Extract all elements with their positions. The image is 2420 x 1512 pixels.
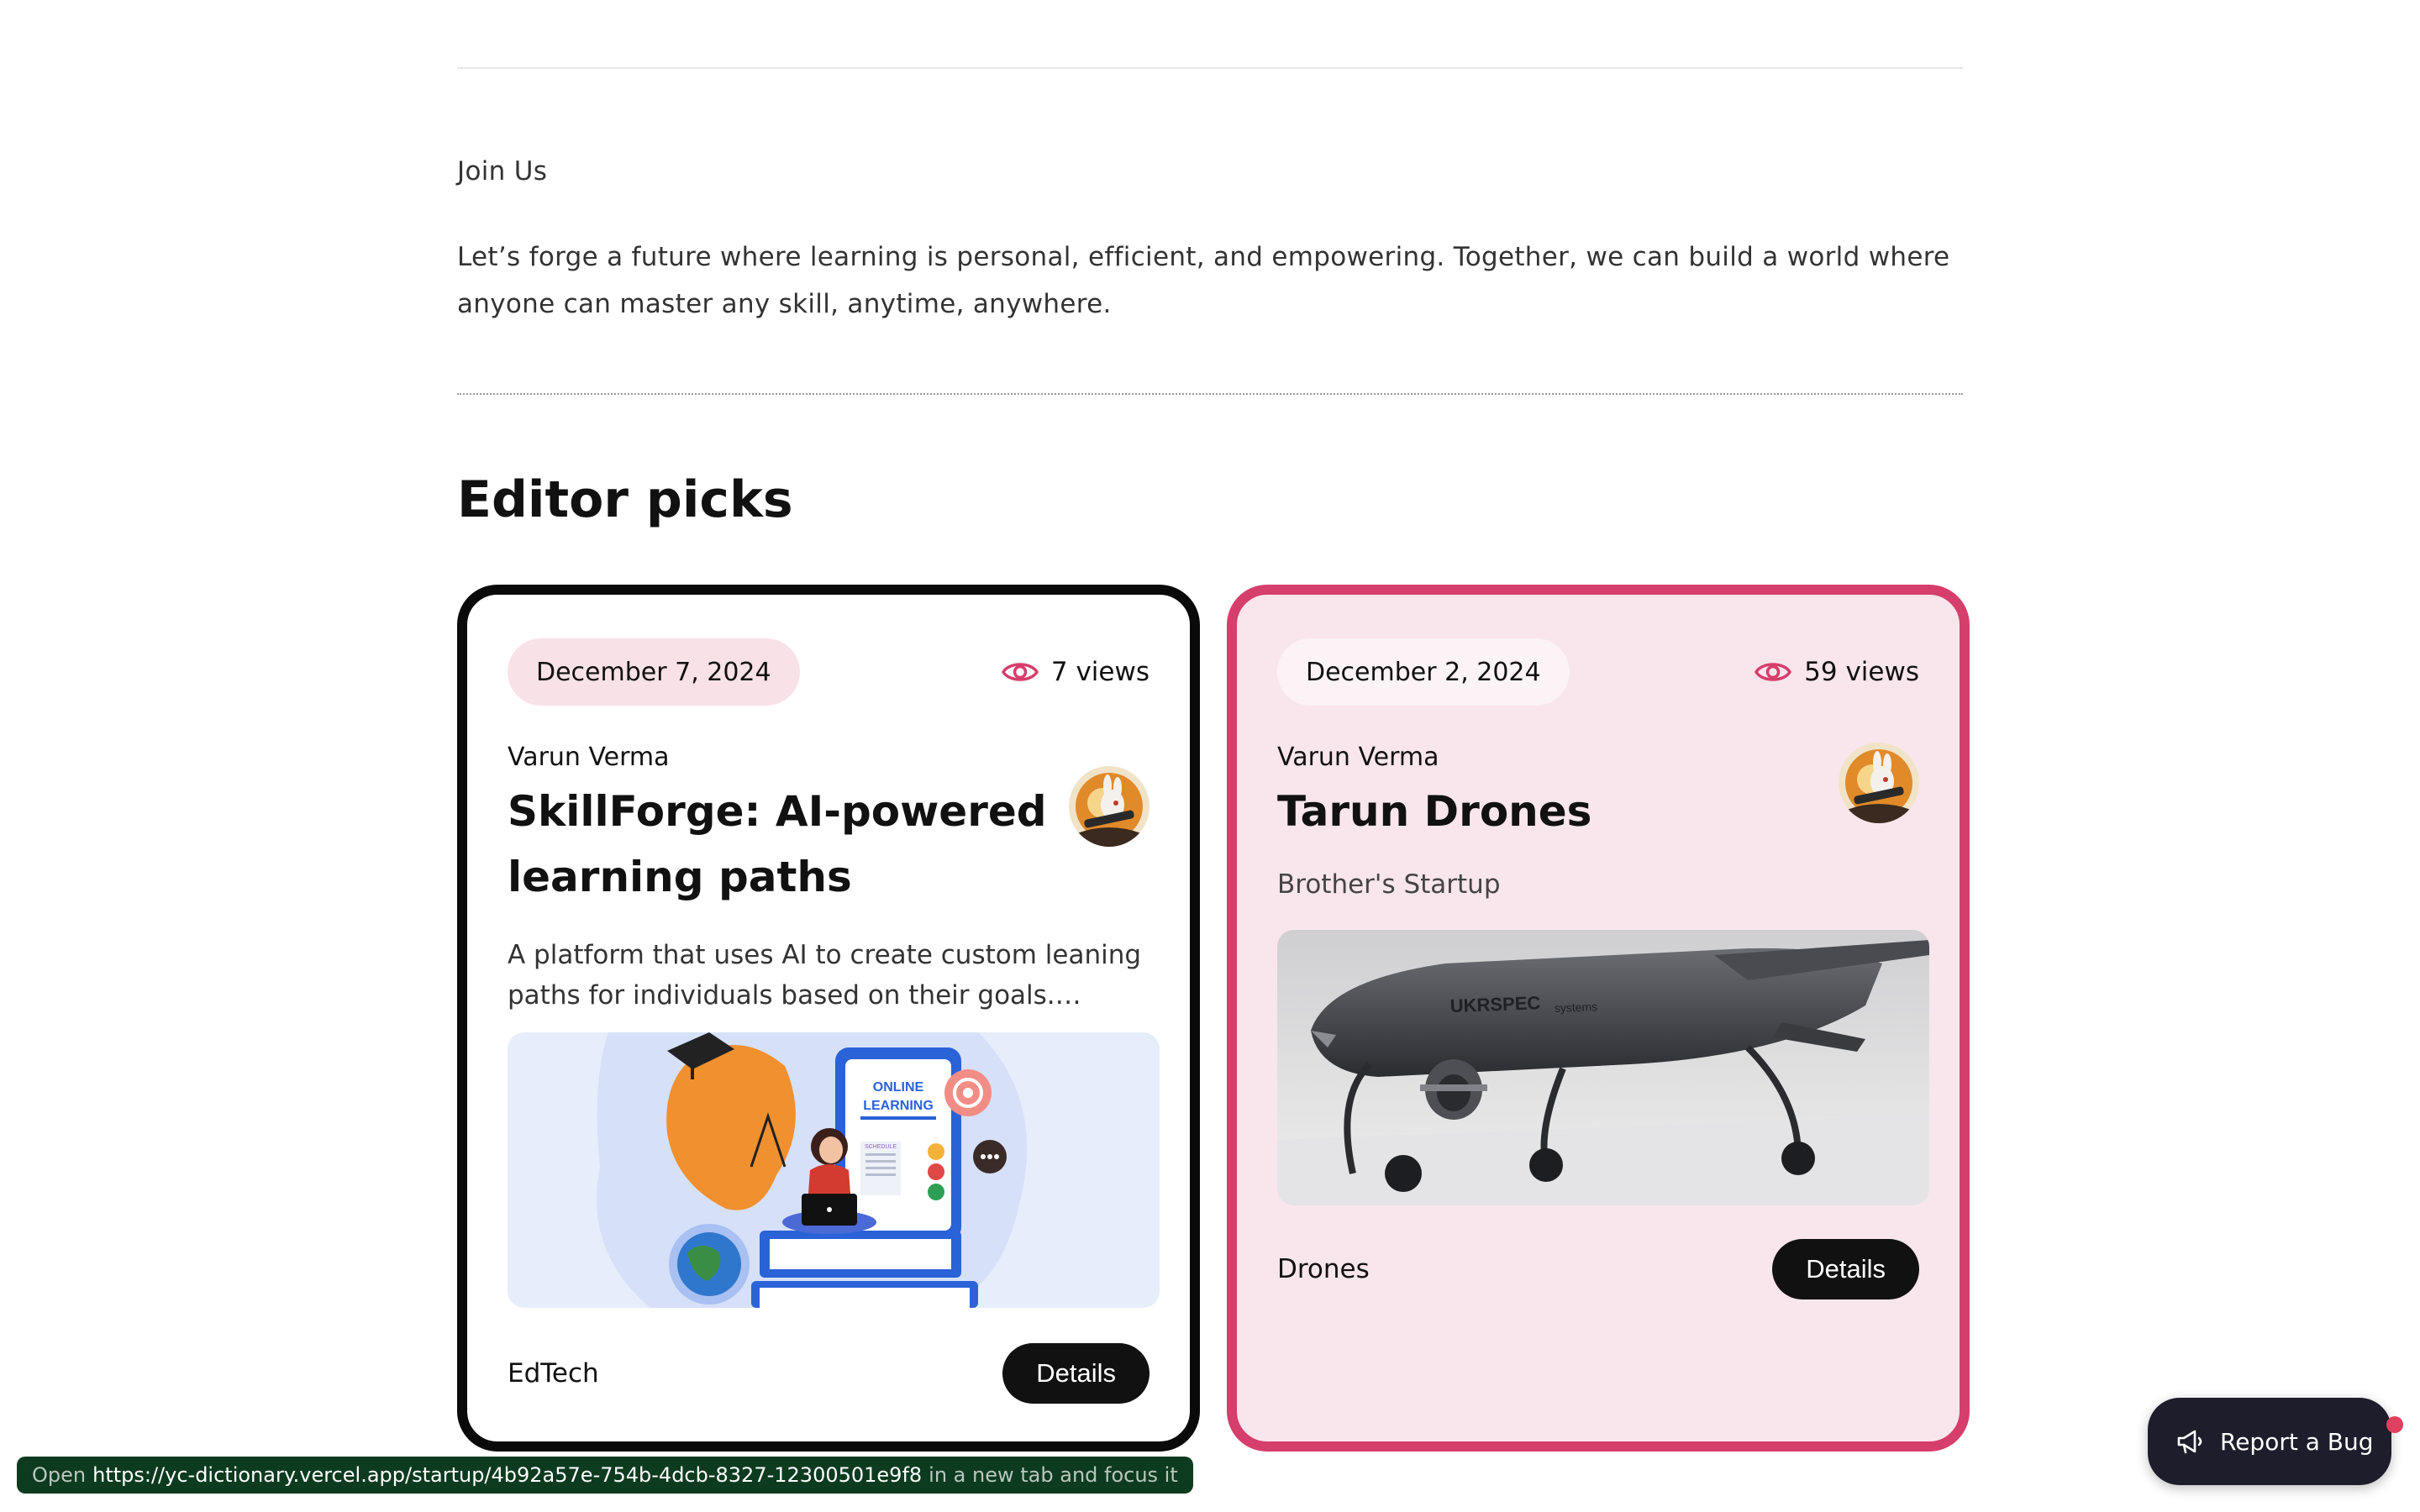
- drone-brand-label: UKRSPEC: [1449, 992, 1540, 1016]
- card-title[interactable]: Tarun Drones: [1277, 779, 1839, 844]
- card-image-drone: UKRSPEC systems: [1277, 930, 1929, 1205]
- card-footer: EdTech Details: [508, 1343, 1150, 1404]
- dotted-divider: [457, 393, 1963, 395]
- author-name[interactable]: Varun Verma: [508, 743, 1069, 772]
- avatar-image: [1069, 766, 1150, 847]
- card-image-online-learning: ONLINE LEARNING SCHEDULE: [508, 1032, 1160, 1308]
- avatar-image: [1839, 743, 1919, 823]
- report-bug-label: Report a Bug: [2220, 1427, 2374, 1456]
- card-header: December 7, 2024 7 views: [508, 638, 1150, 706]
- details-button[interactable]: Details: [1002, 1343, 1150, 1404]
- views-count: 7 views: [1001, 657, 1150, 687]
- status-suffix: in a new tab and focus it: [929, 1463, 1178, 1487]
- drone-brand-sublabel: systems: [1555, 1000, 1598, 1015]
- author-row: Varun Verma Tarun Drones: [1277, 743, 1919, 844]
- learning-label: LEARNING: [863, 1099, 934, 1113]
- link-status-bar: Open https://yc-dictionary.vercel.app/st…: [17, 1457, 1193, 1494]
- page: Join Us Let’s forge a future where learn…: [0, 0, 2420, 1512]
- author-name[interactable]: Varun Verma: [1277, 743, 1839, 772]
- status-url: https://yc-dictionary.vercel.app/startup…: [92, 1463, 923, 1487]
- join-us-heading: Join Us: [457, 156, 548, 186]
- date-badge: December 7, 2024: [508, 638, 800, 706]
- startup-card-tarun-drones[interactable]: December 2, 2024 59 views Varun Verma Ta…: [1227, 585, 1970, 1452]
- details-button[interactable]: Details: [1772, 1239, 1919, 1299]
- schedule-label: SCHEDULE: [865, 1144, 897, 1150]
- date-badge: December 2, 2024: [1277, 638, 1570, 706]
- eye-icon: [1001, 663, 1039, 681]
- views-label: 59 views: [1804, 657, 1919, 687]
- card-subtitle: Brother's Startup: [1277, 869, 1501, 900]
- top-divider: [457, 67, 1963, 69]
- card-description: A platform that uses AI to create custom…: [508, 940, 1142, 1011]
- avatar[interactable]: [1839, 743, 1919, 823]
- category-label[interactable]: EdTech: [508, 1358, 599, 1389]
- join-us-paragraph: Let’s forge a future where learning is p…: [457, 242, 1950, 319]
- views-count: 59 views: [1754, 657, 1919, 687]
- card-title[interactable]: SkillForge: AI-powered learning paths: [508, 779, 1069, 910]
- author-row: Varun Verma SkillForge: AI-powered learn…: [508, 743, 1150, 910]
- editor-picks-heading: Editor picks: [457, 470, 793, 529]
- views-label: 7 views: [1050, 657, 1150, 687]
- notification-dot: [2386, 1416, 2403, 1433]
- category-label[interactable]: Drones: [1277, 1254, 1370, 1284]
- megaphone-icon: [2177, 1430, 2202, 1454]
- eye-icon: [1754, 663, 1792, 681]
- report-bug-button[interactable]: Report a Bug: [2148, 1398, 2391, 1485]
- startup-card-skillforge[interactable]: December 7, 2024 7 views Varun Verma Ski…: [457, 585, 1200, 1452]
- status-prefix: Open: [32, 1463, 87, 1487]
- card-header: December 2, 2024 59 views: [1277, 638, 1919, 706]
- author-block: Varun Verma Tarun Drones: [1277, 743, 1839, 844]
- card-footer: Drones Details: [1277, 1239, 1919, 1299]
- avatar[interactable]: [1069, 766, 1150, 847]
- online-label: ONLINE: [873, 1080, 924, 1095]
- author-block: Varun Verma SkillForge: AI-powered learn…: [508, 743, 1069, 910]
